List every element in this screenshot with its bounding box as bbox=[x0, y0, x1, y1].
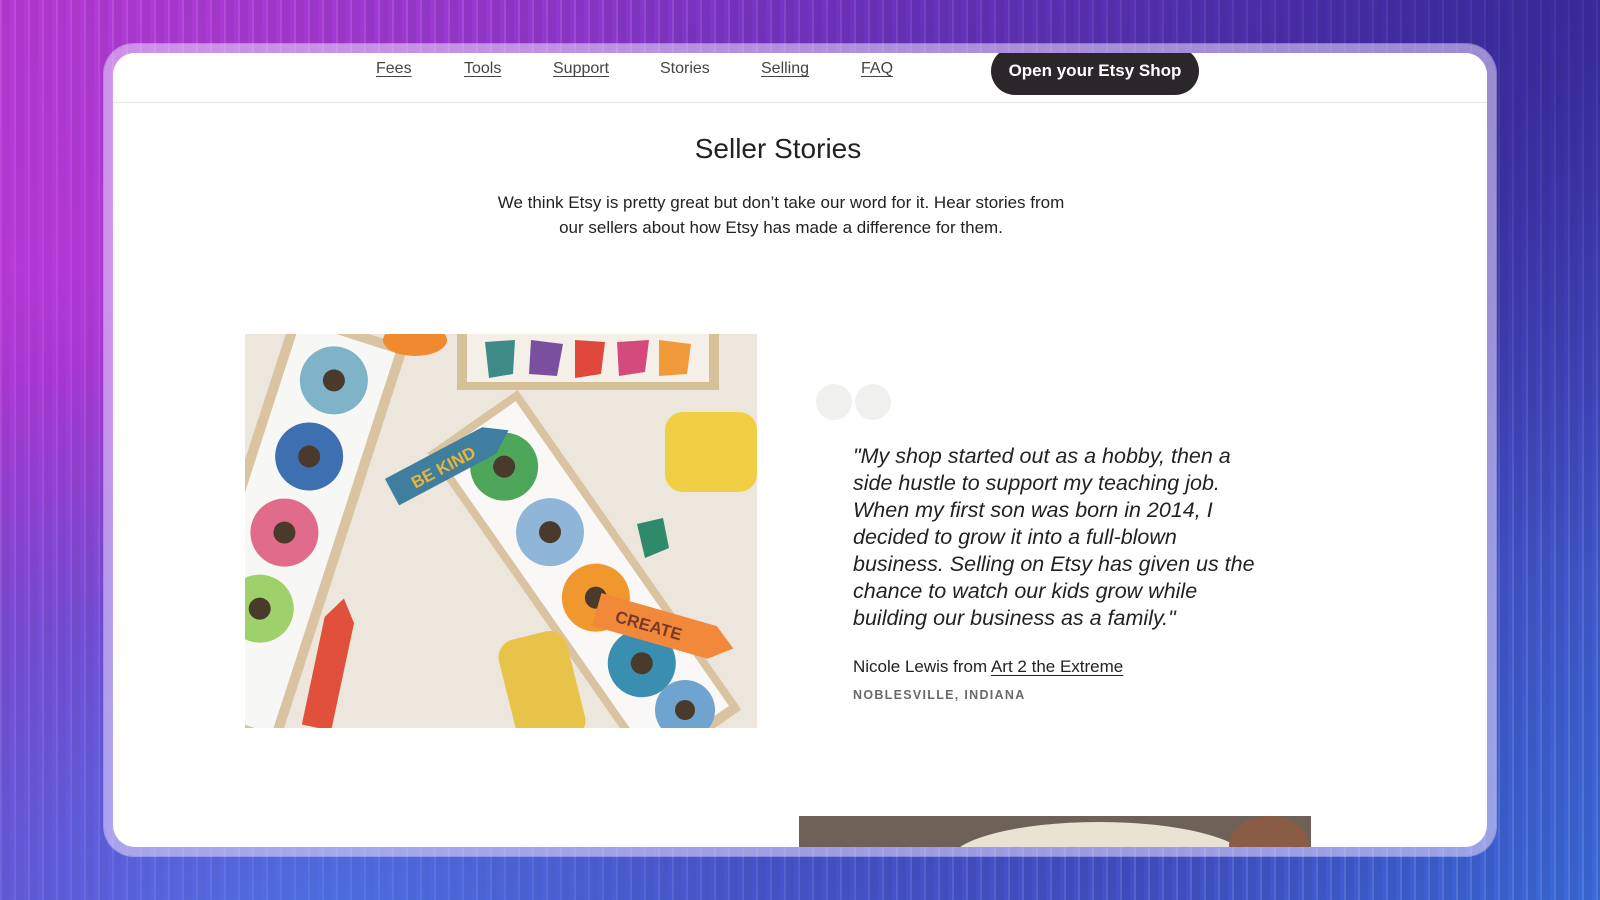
seller-name: Nicole Lewis bbox=[853, 657, 949, 676]
nav-tools[interactable]: Tools bbox=[464, 60, 501, 78]
nav-support[interactable]: Support bbox=[553, 60, 609, 78]
from-word: from bbox=[953, 657, 988, 676]
next-story-photo bbox=[799, 816, 1311, 847]
page-title: Seller Stories bbox=[694, 133, 862, 164]
nav-selling[interactable]: Selling bbox=[761, 60, 809, 78]
nav-faq[interactable]: FAQ bbox=[861, 60, 893, 78]
crayon-photo-illustration: BE KIND CREATE bbox=[245, 334, 757, 728]
quote-marks-icon bbox=[816, 384, 896, 422]
seller-quote: "My shop started out as a hobby, then a … bbox=[853, 444, 1255, 630]
seller-location: NOBLESVILLE, INDIANA bbox=[853, 688, 1026, 702]
shop-link[interactable]: Art 2 the Extreme bbox=[991, 657, 1123, 676]
seller-attribution: Nicole Lewis from Art 2 the Extreme bbox=[853, 657, 1123, 677]
nav-stories[interactable]: Stories bbox=[660, 60, 710, 78]
top-nav: Fees Tools Support Stories Selling FAQ O… bbox=[113, 53, 1487, 103]
page-subtitle: We think Etsy is pretty great but don’t … bbox=[497, 193, 1065, 237]
browser-window: Fees Tools Support Stories Selling FAQ O… bbox=[113, 53, 1487, 847]
next-photo-illustration bbox=[799, 816, 1311, 847]
open-shop-button[interactable]: Open your Etsy Shop bbox=[991, 53, 1199, 95]
nav-fees[interactable]: Fees bbox=[376, 60, 412, 78]
story-photo: BE KIND CREATE bbox=[245, 334, 757, 728]
